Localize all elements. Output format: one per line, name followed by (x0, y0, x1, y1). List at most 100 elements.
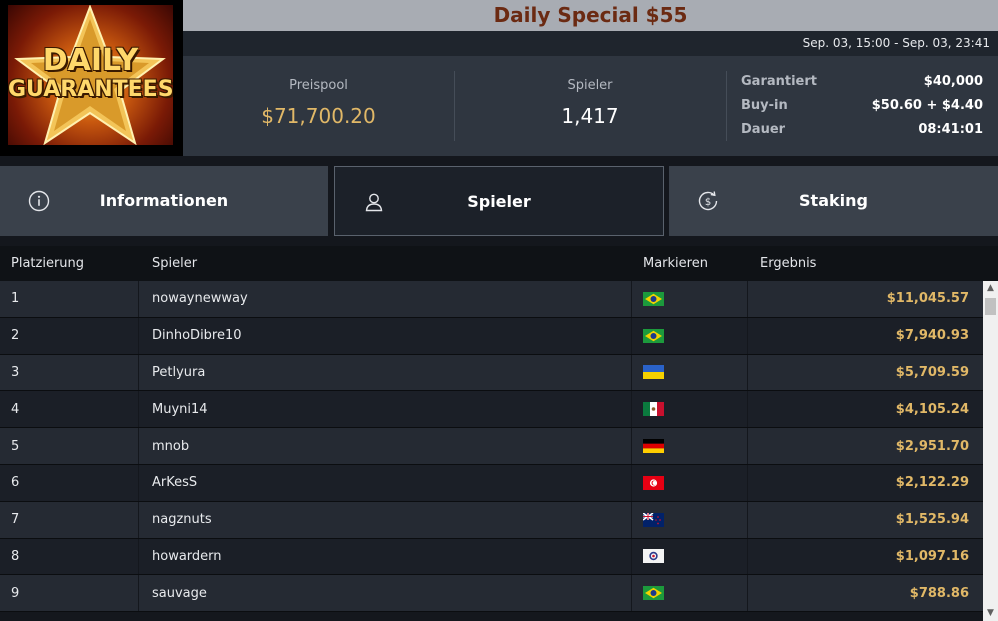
buyin-label: Buy-in (741, 98, 788, 113)
table-row[interactable]: 3 Petlyura $5,709.59 (0, 354, 983, 392)
tournament-title: Daily Special $55 (493, 3, 688, 27)
germany-flag-icon (643, 439, 664, 454)
result-cell: $5,709.59 (895, 364, 969, 380)
flag-cell[interactable] (643, 575, 664, 611)
brazil-flag-icon (643, 328, 664, 343)
table-row[interactable]: 5 mnob $2,951.70 (0, 428, 983, 465)
flag-cell[interactable] (643, 318, 664, 354)
logo-text-daily: DAILY (42, 43, 139, 78)
flag-cell[interactable] (643, 281, 664, 317)
column-divider (747, 391, 748, 428)
player-name-cell: Muyni14 (152, 401, 208, 417)
column-divider (631, 428, 632, 464)
rank-cell: 6 (11, 475, 20, 491)
table-scrollbar[interactable]: ▲ ▼ (983, 281, 998, 621)
stats-panel: Preispool $71,700.20 Spieler 1,417 Garan… (183, 56, 998, 156)
column-divider (747, 575, 748, 612)
column-divider (747, 464, 748, 501)
players-stat: Spieler 1,417 (455, 56, 725, 156)
column-divider (631, 281, 632, 317)
tournament-lobby: DAILY GUARANTEES Daily Special $55 Sep. … (0, 0, 998, 621)
table-row[interactable]: 1 nowaynewway $11,045.57 (0, 281, 983, 318)
scroll-up-icon[interactable]: ▲ (983, 281, 998, 296)
player-name-cell: Petlyura (152, 364, 206, 380)
table-row[interactable]: 4 Muyni14 $4,105.24 (0, 391, 983, 429)
flag-cell[interactable] (643, 391, 664, 427)
rank-cell: 4 (11, 401, 20, 417)
column-divider (747, 317, 748, 354)
column-divider (631, 317, 632, 354)
column-divider (747, 501, 748, 538)
stat-divider (726, 71, 727, 141)
logo-text-guarantees: GUARANTEES (8, 77, 173, 102)
column-divider (631, 575, 632, 612)
flag-cell[interactable] (643, 465, 664, 501)
result-cell: $7,940.93 (895, 328, 969, 344)
table-row[interactable]: 8 howardern $1,097.16 (0, 538, 983, 576)
flag-cell[interactable] (643, 355, 664, 391)
header-player[interactable]: Spieler (152, 256, 197, 271)
rank-cell: 8 (11, 548, 20, 564)
column-divider (138, 281, 139, 317)
results-table-body: 1 nowaynewway $11,045.57 2 DinhoDibre10 $7,94… (0, 281, 983, 621)
tab-staking[interactable]: $ Staking (669, 166, 998, 236)
column-divider (747, 538, 748, 575)
column-divider (631, 538, 632, 575)
brazil-flag-icon (643, 586, 664, 601)
table-row[interactable]: 9 sauvage $788.86 (0, 575, 983, 613)
player-name-cell: DinhoDibre10 (152, 328, 242, 344)
mexico-flag-icon (643, 402, 664, 417)
header-rank[interactable]: Platzierung (11, 256, 84, 271)
column-divider (631, 391, 632, 428)
results-table-header: Platzierung Spieler Markieren Ergebnis (0, 246, 998, 281)
header-result[interactable]: Ergebnis (760, 256, 816, 271)
tab-bar: Informationen Spieler $ Staking (0, 156, 998, 246)
column-divider (138, 575, 139, 612)
table-row[interactable]: 6 ArKesS $2,122.29 (0, 464, 983, 502)
tab-spieler[interactable]: Spieler (334, 166, 664, 236)
player-name-cell: howardern (152, 548, 222, 564)
result-cell: $2,122.29 (895, 475, 969, 491)
result-cell: $11,045.57 (886, 291, 969, 307)
rank-cell: 2 (11, 328, 20, 344)
column-divider (138, 538, 139, 575)
table-row[interactable]: 7 nagznuts $1,525.94 (0, 501, 983, 539)
column-divider (138, 354, 139, 391)
other-flag-icon (643, 549, 664, 564)
flag-cell[interactable] (642, 502, 664, 538)
guaranteed-value: $40,000 (923, 74, 983, 89)
date-bar: Sep. 03, 15:00 - Sep. 03, 23:41 (183, 31, 998, 56)
player-name-cell: ArKesS (152, 475, 198, 491)
tab-label: Spieler (467, 192, 531, 211)
rank-cell: 9 (11, 585, 20, 601)
ukraine-flag-icon (643, 365, 664, 380)
column-divider (138, 464, 139, 501)
result-cell: $1,525.94 (895, 512, 969, 528)
column-divider (747, 354, 748, 391)
rank-cell: 7 (11, 512, 20, 528)
table-row[interactable]: 2 DinhoDibre10 $7,940.93 (0, 317, 983, 355)
tournament-logo: DAILY GUARANTEES (0, 0, 183, 156)
scroll-thumb[interactable] (985, 298, 996, 315)
tunisia-flag-icon (643, 475, 664, 490)
tab-label: Staking (799, 191, 868, 210)
flag-cell[interactable] (643, 539, 664, 575)
scroll-down-icon[interactable]: ▼ (983, 606, 998, 621)
column-divider (138, 428, 139, 464)
column-divider (747, 281, 748, 317)
tab-informationen[interactable]: Informationen (0, 166, 328, 236)
rank-cell: 5 (11, 438, 20, 454)
tournament-date-range: Sep. 03, 15:00 - Sep. 03, 23:41 (802, 36, 990, 50)
result-cell: $2,951.70 (895, 438, 969, 454)
prize-pool-value: $71,700.20 (261, 104, 376, 128)
column-divider (631, 501, 632, 538)
prize-pool-stat: Preispool $71,700.20 (183, 56, 454, 156)
result-cell: $788.86 (909, 585, 969, 601)
header-flag[interactable]: Markieren (643, 256, 708, 271)
player-name-cell: nowaynewway (152, 291, 248, 307)
result-cell: $1,097.16 (895, 548, 969, 564)
logo-artwork: DAILY GUARANTEES (8, 5, 173, 145)
flag-cell[interactable] (643, 428, 664, 464)
column-divider (138, 391, 139, 428)
column-divider (631, 354, 632, 391)
